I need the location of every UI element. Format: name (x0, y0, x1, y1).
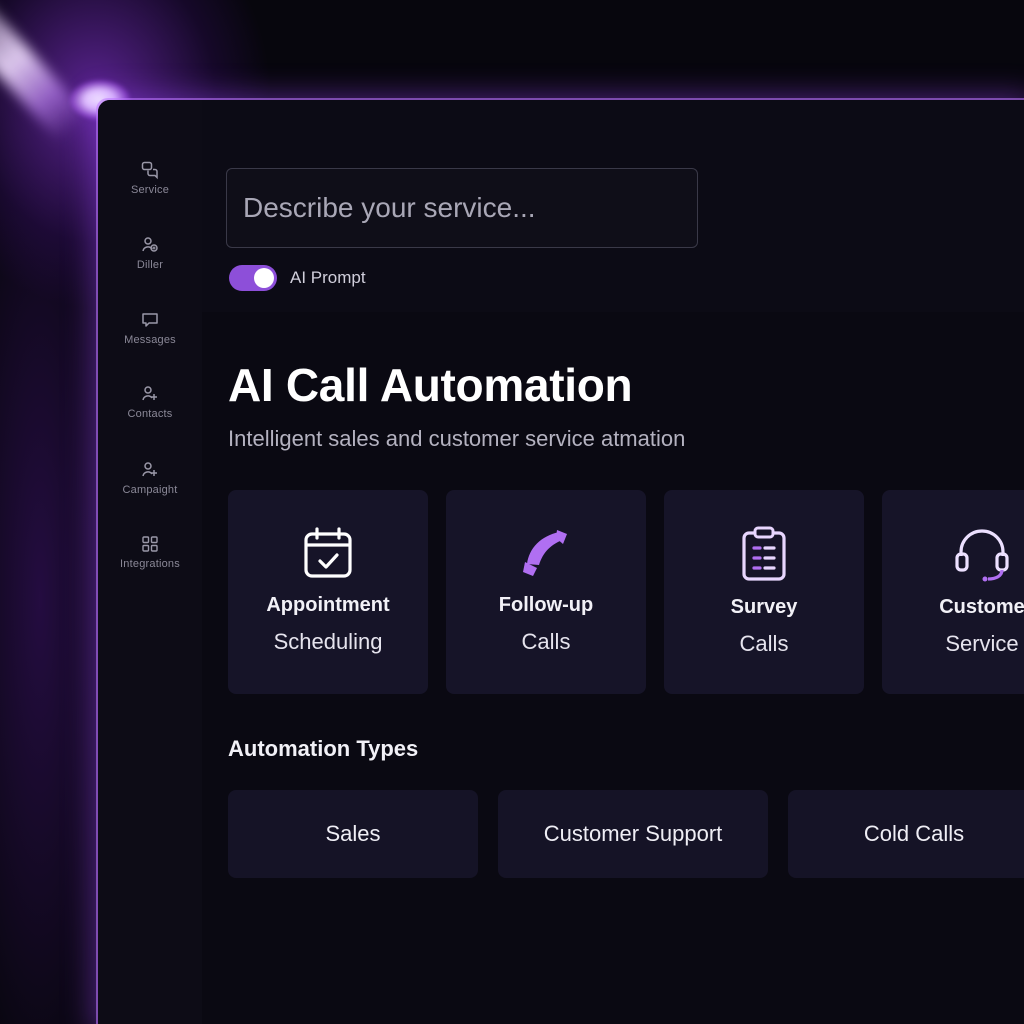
contacts-icon (142, 386, 157, 401)
card-title: Custome (939, 596, 1024, 618)
card-subtitle: Calls (521, 629, 571, 654)
main-content: AI Prompt AI Call Automation Intelligent… (202, 100, 1024, 1024)
sidebar-item-contacts[interactable]: Contacts (98, 384, 202, 420)
card-survey-calls[interactable]: Survey Calls (664, 490, 864, 694)
sidebar-item-label: Integrations (120, 558, 180, 570)
automation-type-customer-support[interactable]: Customer Support (498, 790, 768, 878)
sidebar-item-integrations[interactable]: Integrations (98, 534, 202, 570)
card-subtitle: Service (945, 631, 1019, 656)
scene: Service Diller Messages Contacts Campaig… (0, 0, 1024, 1024)
service-description-input[interactable] (226, 168, 698, 248)
sidebar-item-label: Diller (136, 259, 164, 271)
sidebar-item-messages[interactable]: Messages (98, 310, 202, 346)
message-icon (142, 313, 158, 327)
users-add-icon (142, 237, 158, 252)
page-title: AI Call Automation (228, 359, 633, 411)
card-title: Survey (730, 596, 798, 618)
sidebar-item-campaight[interactable]: Campaight (98, 460, 202, 496)
sidebar-item-label: Service (130, 184, 170, 196)
sidebar-item-label: Campaight (122, 484, 178, 496)
ai-prompt-label: AI Prompt (290, 268, 366, 287)
automation-type-sales[interactable]: Sales (228, 790, 478, 878)
chat-bubbles-icon (141, 161, 158, 180)
sidebar-item-service[interactable]: Service (98, 160, 202, 196)
app-window: Service Diller Messages Contacts Campaig… (98, 100, 1024, 1024)
campaign-icon (142, 462, 157, 477)
clipboard-icon (742, 526, 786, 581)
automation-type-cold-calls[interactable]: Cold Calls (788, 790, 1024, 878)
card-customer-service[interactable]: Custome Service (882, 490, 1024, 694)
card-appointment-scheduling[interactable]: Appointment Scheduling (228, 490, 428, 694)
automation-types-heading: Automation Types (228, 736, 419, 761)
sidebar-item-diller[interactable]: Diller (98, 235, 202, 271)
headset-icon (955, 529, 1009, 582)
ai-prompt-toggle-row: AI Prompt (229, 265, 366, 291)
card-subtitle: Calls (739, 631, 789, 656)
card-title: Appointment (266, 594, 390, 616)
toggle-knob (254, 268, 274, 288)
sidebar-item-label: Contacts (127, 408, 173, 420)
calendar-check-icon (304, 527, 352, 578)
card-follow-up-calls[interactable]: Follow-up Calls (446, 490, 646, 694)
page-subtitle: Intelligent sales and customer service a… (228, 426, 686, 451)
ai-prompt-toggle[interactable] (229, 265, 277, 291)
card-title: Follow-up (498, 594, 594, 616)
light-beam-decoration (0, 0, 89, 143)
sidebar-item-label: Messages (124, 334, 176, 346)
phone-icon (523, 530, 567, 576)
sidebar: Service Diller Messages Contacts Campaig… (98, 100, 203, 1024)
prompt-panel: AI Prompt (202, 100, 1024, 312)
card-subtitle: Scheduling (273, 629, 383, 654)
grid-icon (142, 536, 158, 552)
